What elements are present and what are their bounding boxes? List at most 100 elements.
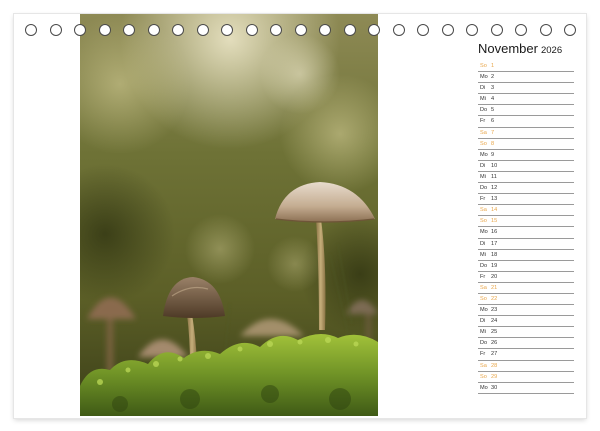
weekday-abbrev: Di [480,318,486,325]
weekday-abbrev: Mi [480,329,486,336]
day-number: 22 [491,295,498,302]
weekday-abbrev: So [480,373,487,380]
month-name: November [478,41,538,56]
day-number: 19 [491,262,498,269]
binding-ring [343,24,356,36]
binding-ring [123,24,135,36]
weekday-abbrev: Di [480,240,486,247]
day-row: Mi 18 [478,250,574,261]
day-row: Sa 21 [478,283,574,294]
day-number: 25 [491,329,498,336]
day-row: Fr 6 [478,116,574,128]
weekday-abbrev: Di [480,162,486,169]
day-row: Do 12 [478,183,574,195]
weekday-abbrev: Mi [480,173,486,180]
binding-ring [270,24,282,36]
weekday-abbrev: Mo [480,384,488,391]
day-row: So 1 [478,61,574,73]
day-row: Do 26 [478,338,574,350]
day-row: Di 10 [478,161,574,172]
day-number: 26 [491,340,498,347]
day-number: 3 [491,85,495,92]
binding-ring [74,24,86,36]
binding-ring [172,24,184,36]
weekday-abbrev: Fr [480,118,486,125]
day-row: So 8 [478,139,574,150]
day-row: So 22 [478,294,574,306]
day-number: 5 [491,107,495,114]
binding-ring [515,24,527,36]
weekday-abbrev: Mo [480,307,488,314]
weekday-abbrev: Do [480,107,488,114]
day-row: Fr 20 [478,272,574,283]
day-row: Fr 13 [478,194,574,206]
weekday-abbrev: Mo [480,74,488,81]
binding-ring [441,24,454,36]
day-number: 29 [491,373,498,380]
weekday-abbrev: Sa [480,207,487,214]
day-row: Mo 2 [478,72,574,84]
day-row: Mi 25 [478,327,574,339]
day-row: Di 24 [478,316,574,328]
binding-ring [294,24,307,36]
day-row: Fr 27 [478,349,574,361]
weekday-abbrev: Sa [480,129,487,136]
day-number: 10 [491,162,498,169]
day-number: 16 [491,229,498,236]
day-number: 7 [491,129,495,136]
day-number: 17 [491,240,498,247]
weekday-abbrev: Sa [480,284,487,291]
day-number: 1 [491,63,495,69]
day-row: Mo 16 [478,227,574,239]
weekday-abbrev: So [480,218,487,225]
day-number: 24 [491,318,498,325]
binding-ring [147,24,160,36]
day-number: 21 [491,284,498,291]
calendar-panel: November 2026 So 1 Mo 2 Di 3 Mi 4 Do 5 Fr 6 Sa 7 So 8 Mo 9… [478,40,574,394]
binding-ring [221,24,233,36]
day-number: 6 [491,118,495,125]
weekday-abbrev: Fr [480,196,486,203]
weekday-abbrev: Do [480,340,488,347]
day-number: 13 [491,196,498,203]
day-row: Do 19 [478,261,574,272]
day-number: 9 [491,151,495,158]
binding-ring [368,24,380,36]
day-row: Mo 30 [478,383,574,394]
binding-ring [466,24,478,36]
day-row: Sa 28 [478,361,574,372]
day-number: 8 [491,140,495,147]
binding-ring [490,24,503,36]
binding-ring [539,24,552,36]
weekday-abbrev: Mo [480,229,488,236]
day-number: 27 [491,351,498,358]
binding-ring [564,24,576,36]
weekday-abbrev: Do [480,185,488,192]
year-label: 2026 [540,45,563,56]
day-number: 11 [491,173,497,180]
weekday-abbrev: Di [480,85,486,92]
binding-ring [49,24,62,36]
day-number: 20 [491,273,498,280]
month-header: November 2026 [478,40,574,58]
weekday-abbrev: Sa [480,362,487,369]
day-number: 18 [491,251,498,258]
day-number: 23 [491,307,498,314]
day-row: Do 5 [478,105,574,117]
day-row: Di 17 [478,239,574,250]
binding-ring [25,24,37,36]
day-number: 30 [491,384,498,391]
weekday-abbrev: Fr [480,273,486,280]
day-row: Mo 9 [478,150,574,161]
day-row: Mi 11 [478,172,574,184]
day-list: So 1 Mo 2 Di 3 Mi 4 Do 5 Fr 6 Sa 7 So 8 Mo 9 Di 10 Mi 11 Do 12 F… [478,61,574,394]
binding-ring [98,24,111,36]
binding-ring [319,24,331,36]
weekday-abbrev: So [480,140,487,147]
day-row: Sa 7 [478,128,574,139]
weekday-abbrev: So [480,295,487,302]
day-row: Mi 4 [478,94,574,106]
mushroom-photo [80,14,378,416]
binding-ring [392,24,405,36]
day-row: So 29 [478,372,574,383]
